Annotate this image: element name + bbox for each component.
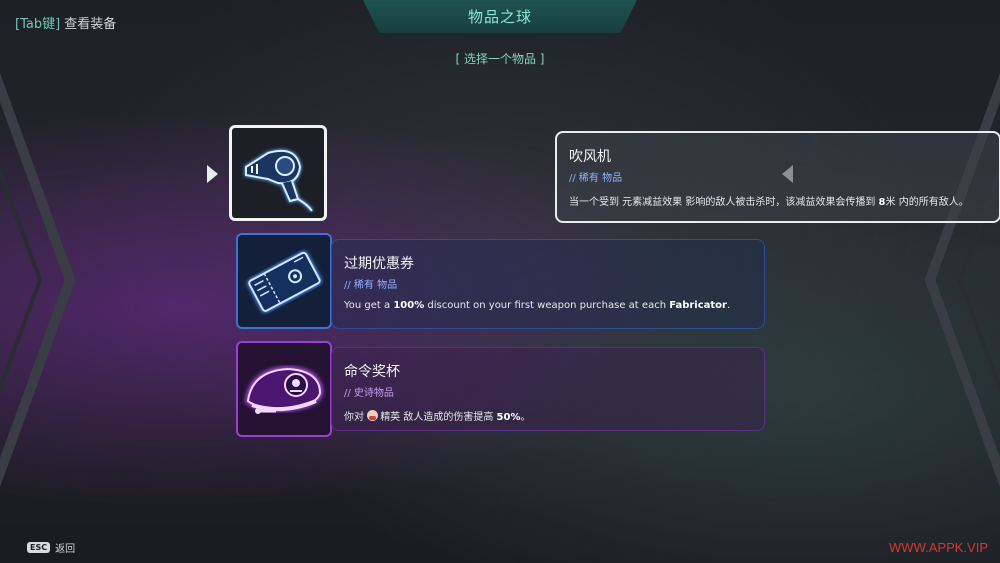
item-panel[interactable]: 吹风机 // 稀有 物品 当一个受到 元素减益效果 影响的敌人被击杀时，该减益效… xyxy=(555,131,1000,223)
item-description: 你对 精英 敌人造成的伤害提高 50%。 xyxy=(344,410,531,423)
beret-icon xyxy=(236,341,332,437)
back-hint[interactable]: ESC 返回 xyxy=(27,540,75,555)
back-label: 返回 xyxy=(55,544,76,555)
item-panel[interactable]: 命令奖杯 // 史诗物品 你对 精英 敌人造成的伤害提高 50%。 xyxy=(331,347,765,431)
item-name: 过期优惠券 xyxy=(344,256,414,272)
coupon-icon xyxy=(236,233,332,329)
item-rarity: // 稀有 物品 xyxy=(344,280,398,291)
view-equipment-hint[interactable]: [Tab键] 查看装备 xyxy=(15,13,116,32)
item-name: 吹风机 xyxy=(569,149,611,165)
item-description: You get a 100% discount on your first we… xyxy=(344,300,731,311)
item-name: 命令奖杯 xyxy=(344,364,400,380)
esc-key-icon: ESC xyxy=(27,542,51,553)
item-description: 当一个受到 元素减益效果 影响的敌人被击杀时，该减益效果会传播到 8米 内的所有… xyxy=(569,197,969,208)
title-banner: 物品之球 xyxy=(363,0,637,33)
tab-key-label: [Tab键] xyxy=(15,17,61,32)
item-rarity: // 史诗物品 xyxy=(344,388,394,399)
view-equipment-label: 查看装备 xyxy=(64,17,117,32)
selection-prompt: [ 选择一个物品 ] xyxy=(455,52,545,66)
right-frame-decoration xyxy=(924,72,1000,488)
elite-enemy-icon xyxy=(367,410,379,421)
page-title: 物品之球 xyxy=(467,8,532,26)
hair-dryer-icon xyxy=(229,125,327,221)
selection-arrow-left-icon xyxy=(207,165,218,183)
left-frame-decoration xyxy=(0,72,76,488)
watermark: WWW.APPK.VIP xyxy=(889,540,988,555)
item-panel[interactable]: 过期优惠券 // 稀有 物品 You get a 100% discount o… xyxy=(331,239,765,329)
item-rarity: // 稀有 物品 xyxy=(569,173,623,184)
